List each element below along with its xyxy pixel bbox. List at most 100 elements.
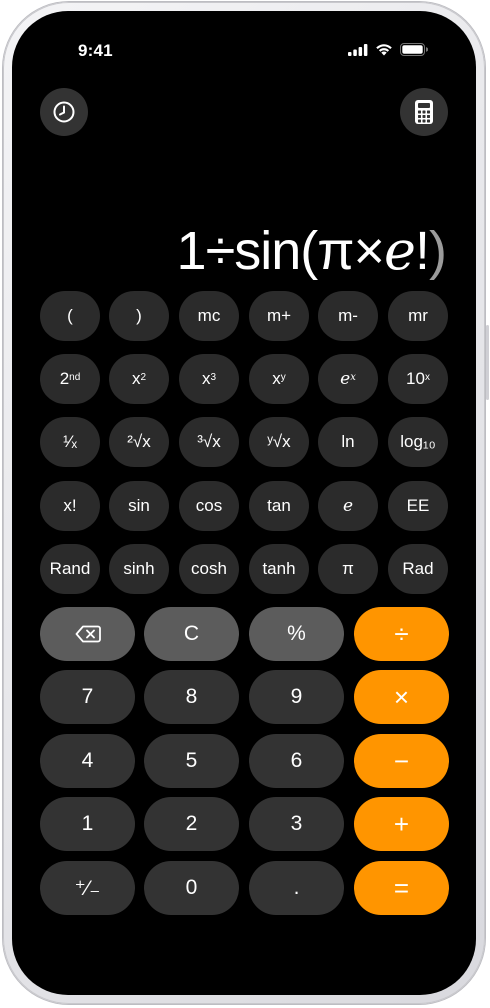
sci-key[interactable]: π <box>318 544 378 594</box>
status-time: 9:41 <box>78 41 113 60</box>
sci-key[interactable]: mc <box>179 291 239 341</box>
keypad-key[interactable]: 3 <box>249 797 344 851</box>
sci-key[interactable]: Rad <box>388 544 448 594</box>
keypad-key[interactable]: + <box>354 797 449 851</box>
sci-key-label: ) <box>136 306 142 325</box>
cellular-signal-icon <box>348 43 368 56</box>
keypad-key-label: + <box>393 808 410 839</box>
keypad-key[interactable]: C <box>144 607 239 661</box>
sci-key[interactable]: m+ <box>249 291 309 341</box>
sci-key[interactable]: ( <box>40 291 100 341</box>
keypad-key[interactable]: % <box>249 607 344 661</box>
sci-key[interactable]: ʸ√x <box>249 417 309 467</box>
sci-key[interactable]: x! <box>40 481 100 531</box>
keypad-key-label: 0 <box>185 876 198 899</box>
sci-key[interactable]: sin <box>109 481 169 531</box>
calculator-mode-button[interactable] <box>400 88 448 136</box>
sci-key-label: ³√x <box>197 432 221 451</box>
keypad-key-label: − <box>393 745 410 776</box>
wifi-icon <box>376 44 392 56</box>
keypad-key-label: 1 <box>81 812 94 835</box>
sci-key[interactable]: x3 <box>179 354 239 404</box>
keypad-key[interactable]: 4 <box>40 734 135 788</box>
sci-key-label: sinh <box>123 559 155 578</box>
sci-key-label: x! <box>63 496 77 515</box>
keypad-key[interactable]: 0 <box>144 861 239 915</box>
keypad-key[interactable]: 5 <box>144 734 239 788</box>
backspace-button[interactable] <box>40 607 135 661</box>
sci-key[interactable]: tan <box>249 481 309 531</box>
sci-key-label: π <box>342 559 354 578</box>
sci-key[interactable]: e <box>318 481 378 531</box>
sci-key[interactable]: mr <box>388 291 448 341</box>
sci-key-label: mc <box>197 306 221 325</box>
sci-key-superscript: 3 <box>210 371 217 383</box>
sci-key[interactable]: ln <box>318 417 378 467</box>
sci-key[interactable]: ³√x <box>179 417 239 467</box>
sci-key[interactable]: cos <box>179 481 239 531</box>
keypad-key-label: C <box>183 622 200 645</box>
keypad-key[interactable]: 6 <box>249 734 344 788</box>
display-expression: 1÷sin(π× <box>176 221 385 281</box>
keypad-key-label: 6 <box>290 749 303 772</box>
sci-key-superscript: x <box>424 371 430 383</box>
sci-key-label: tan <box>267 496 291 515</box>
history-clock-icon <box>53 101 75 123</box>
home-indicator <box>178 976 310 981</box>
expression-display: 1÷sin(π×e!) <box>176 219 447 282</box>
keypad-key-label: 3 <box>290 812 303 835</box>
sci-key[interactable]: cosh <box>179 544 239 594</box>
sci-key-label: mr <box>408 306 428 325</box>
keypad-key[interactable]: . <box>249 861 344 915</box>
keypad-key[interactable]: 9 <box>249 670 344 724</box>
sci-key[interactable]: ¹⁄ₓ <box>40 417 100 467</box>
keypad-key-label: % <box>287 622 306 645</box>
calculator-mode-icon <box>415 100 433 124</box>
keypad-key[interactable]: 1 <box>40 797 135 851</box>
sci-key-label: cos <box>195 496 223 515</box>
keypad-key-label: 9 <box>290 685 303 708</box>
sci-key[interactable]: m- <box>318 291 378 341</box>
sci-key[interactable]: 2nd <box>40 354 100 404</box>
sci-key-superscript: x <box>350 371 356 383</box>
sci-key-superscript: y <box>280 371 286 383</box>
sci-key[interactable]: Rand <box>40 544 100 594</box>
keypad-key[interactable]: = <box>354 861 449 915</box>
keypad-key-label: ⁺⁄₋ <box>74 876 101 900</box>
sci-key[interactable]: ex <box>318 354 378 404</box>
sci-key[interactable]: ²√x <box>109 417 169 467</box>
sci-key-label: ʸ√x <box>267 432 291 451</box>
sci-key-label: Rand <box>49 559 91 578</box>
keypad-key[interactable]: − <box>354 734 449 788</box>
sci-key[interactable]: EE <box>388 481 448 531</box>
keypad-key-label: 5 <box>185 749 198 772</box>
sci-key-label: m- <box>338 306 358 325</box>
sci-key[interactable]: 10 x <box>388 354 448 404</box>
status-icons <box>348 43 428 56</box>
sci-key[interactable]: xy <box>249 354 309 404</box>
sci-key-label: Rad <box>402 559 434 578</box>
sci-key[interactable]: log₁₀ <box>388 417 448 467</box>
backspace-icon <box>75 625 101 643</box>
sci-key-label: ( <box>67 306 73 325</box>
keypad-key[interactable]: ⁺⁄₋ <box>40 861 135 915</box>
sci-key-label: ln <box>341 432 355 451</box>
sci-key[interactable]: sinh <box>109 544 169 594</box>
keypad-key-label: 8 <box>185 685 198 708</box>
sci-key[interactable]: x2 <box>109 354 169 404</box>
keypad-key[interactable]: 2 <box>144 797 239 851</box>
sci-key-label: 2 <box>59 369 70 388</box>
history-button[interactable] <box>40 88 88 136</box>
keypad-key[interactable]: 8 <box>144 670 239 724</box>
sci-key-superscript: 2 <box>140 371 147 383</box>
keypad-key[interactable]: × <box>354 670 449 724</box>
sci-key[interactable]: ) <box>109 291 169 341</box>
display-factorial: ! <box>415 221 430 281</box>
keypad-key[interactable]: ÷ <box>354 607 449 661</box>
sci-key-label: x <box>272 369 281 388</box>
sci-key-label: ²√x <box>127 432 151 451</box>
keypad-key-label: . <box>293 876 300 899</box>
sci-key[interactable]: tanh <box>249 544 309 594</box>
sci-key-label: ¹⁄ₓ <box>62 432 78 451</box>
keypad-key[interactable]: 7 <box>40 670 135 724</box>
